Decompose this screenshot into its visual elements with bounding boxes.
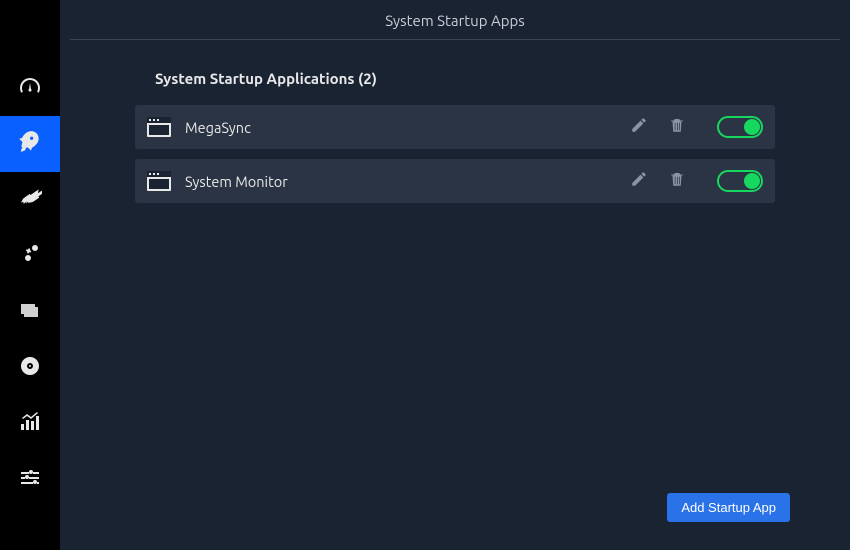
sidebar-item-services[interactable] bbox=[0, 228, 60, 284]
sidebar bbox=[0, 0, 60, 550]
enable-toggle[interactable] bbox=[717, 170, 763, 192]
trash-icon bbox=[668, 116, 686, 138]
startup-app-row: System Monitor bbox=[135, 159, 775, 203]
divider bbox=[70, 39, 840, 40]
sidebar-item-settings[interactable] bbox=[0, 452, 60, 508]
pencil-icon bbox=[630, 170, 648, 192]
gauge-icon bbox=[18, 74, 42, 102]
sidebar-item-packages[interactable] bbox=[0, 284, 60, 340]
enable-toggle[interactable] bbox=[717, 116, 763, 138]
sidebar-item-startup[interactable] bbox=[0, 116, 60, 172]
disk-icon bbox=[18, 354, 42, 382]
page-title: System Startup Apps bbox=[70, 12, 840, 39]
sliders-icon bbox=[18, 466, 42, 494]
app-name-label: MegaSync bbox=[185, 119, 613, 136]
gears-icon bbox=[18, 242, 42, 270]
main-content: System Startup Apps System Startup Appli… bbox=[60, 0, 850, 550]
edit-button[interactable] bbox=[627, 169, 651, 193]
startup-app-list: MegaSync System Monitor bbox=[70, 105, 840, 203]
window-icon bbox=[147, 117, 171, 137]
delete-button[interactable] bbox=[665, 169, 689, 193]
packages-icon bbox=[18, 298, 42, 326]
toggle-knob bbox=[744, 173, 760, 189]
trash-icon bbox=[668, 170, 686, 192]
app-name-label: System Monitor bbox=[185, 173, 613, 190]
startup-app-row: MegaSync bbox=[135, 105, 775, 149]
chart-icon bbox=[18, 410, 42, 438]
rocket-icon bbox=[17, 129, 43, 159]
broom-icon bbox=[18, 186, 42, 214]
sidebar-item-cleaner[interactable] bbox=[0, 172, 60, 228]
pencil-icon bbox=[630, 116, 648, 138]
edit-button[interactable] bbox=[627, 115, 651, 139]
add-startup-app-button[interactable]: Add Startup App bbox=[667, 493, 790, 522]
window-icon bbox=[147, 171, 171, 191]
toggle-knob bbox=[744, 119, 760, 135]
sidebar-item-dashboard[interactable] bbox=[0, 60, 60, 116]
delete-button[interactable] bbox=[665, 115, 689, 139]
sidebar-item-disk[interactable] bbox=[0, 340, 60, 396]
section-header: System Startup Applications (2) bbox=[70, 70, 840, 87]
sidebar-item-resources[interactable] bbox=[0, 396, 60, 452]
